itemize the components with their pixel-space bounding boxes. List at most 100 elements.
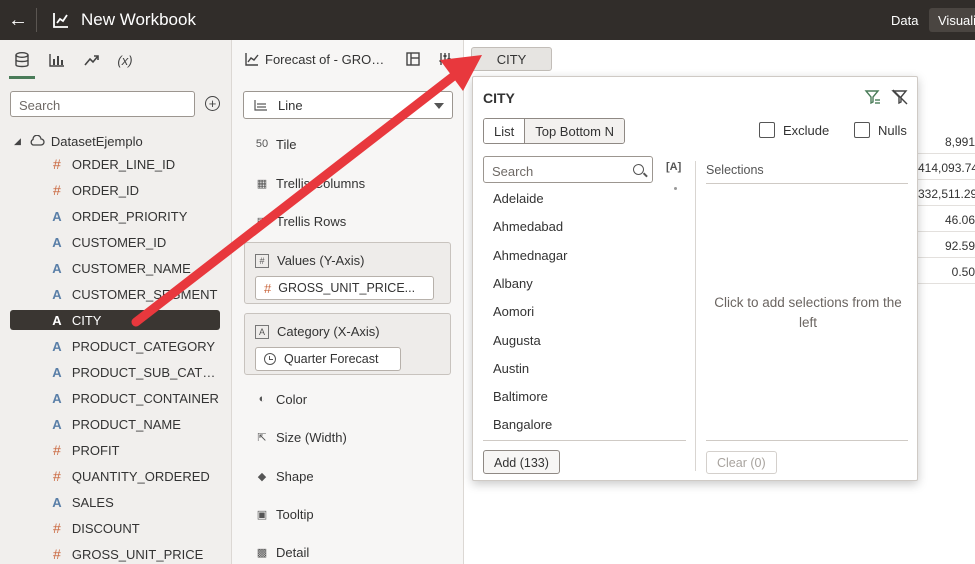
visualizations-icon[interactable]	[46, 50, 68, 70]
field-item[interactable]: # DISCOUNT	[10, 518, 220, 538]
attribute-icon: A	[52, 312, 62, 328]
size-label: Size (Width)	[276, 429, 347, 445]
field-label: PRODUCT_CONTAINER	[71, 390, 219, 406]
selections-hint: Click to add selections from the left	[714, 295, 902, 330]
city-list-item[interactable]: Austin	[493, 361, 529, 379]
tab-top-bottom-n[interactable]: Top Bottom N	[525, 119, 624, 143]
measure-icon: #	[53, 182, 61, 198]
filter-settings-icon[interactable]	[864, 88, 882, 106]
field-item[interactable]: A SALES	[10, 492, 220, 512]
tile-label: Tile	[276, 136, 297, 152]
exclude-box[interactable]	[759, 122, 775, 138]
field-label: ORDER_ID	[71, 182, 140, 198]
field-label: PROFIT	[71, 442, 120, 458]
popup-title: CITY	[483, 90, 515, 106]
shape-label: Shape	[276, 468, 314, 484]
trellis-rows-zone[interactable]: ▤ Trellis Rows	[254, 211, 347, 231]
field-label: CUSTOMER_SEGMENT	[71, 286, 218, 302]
properties-sliders-icon[interactable]	[437, 51, 453, 67]
data-icon[interactable]	[9, 50, 35, 79]
field-item[interactable]: A PRODUCT_CATEGORY	[10, 336, 220, 356]
data-search-input[interactable]: Search	[10, 91, 195, 117]
city-list-item[interactable]: Aomori	[493, 304, 534, 322]
field-item[interactable]: # ORDER_LINE_ID	[10, 154, 220, 174]
analytics-icon[interactable]	[81, 50, 103, 70]
selections-divider	[706, 183, 908, 184]
field-label: CITY	[71, 312, 102, 328]
color-zone[interactable]: ◐ Color	[254, 389, 307, 409]
city-list-item[interactable]: Ahmednagar	[493, 248, 567, 266]
workbook-title: New Workbook	[81, 10, 196, 29]
add-data-icon[interactable]: +	[205, 96, 220, 111]
divider	[36, 8, 37, 32]
tile-icon: 50	[255, 138, 269, 150]
collapse-caret-icon[interactable]: ◢	[14, 136, 21, 147]
field-item[interactable]: A PRODUCT_SUB_CATEGORY	[10, 362, 220, 382]
table-cell-value: 46.06	[918, 206, 975, 232]
city-list-item[interactable]: Baltimore	[493, 389, 548, 407]
clear-selections-button[interactable]: Clear (0)	[706, 451, 777, 474]
field-label: CUSTOMER_NAME	[71, 260, 191, 276]
calculations-icon[interactable]: (x)	[114, 50, 136, 70]
field-item[interactable]: # ORDER_ID	[10, 180, 220, 200]
chart-type-value: Line	[278, 97, 303, 113]
size-zone[interactable]: ⇱ Size (Width)	[254, 427, 347, 447]
field-item[interactable]: # GROSS_UNIT_PRICE	[10, 544, 220, 564]
city-list-item[interactable]: Albany	[493, 276, 533, 294]
add-all-button[interactable]: Add (133)	[483, 450, 560, 474]
trellis-columns-zone[interactable]: ▦ Trellis Columns	[254, 173, 365, 193]
detail-zone[interactable]: ▩ Detail	[254, 542, 309, 562]
field-item[interactable]: A PRODUCT_CONTAINER	[10, 388, 220, 408]
nulls-checkbox[interactable]: Nulls	[854, 122, 907, 138]
chart-type-select[interactable]: Line	[243, 91, 453, 119]
category-x-axis-zone[interactable]: A Category (X-Axis) Quarter Forecast	[244, 313, 451, 375]
tooltip-zone[interactable]: ▣ Tooltip	[254, 504, 314, 524]
hash-icon: #	[255, 253, 269, 268]
measure-icon: #	[53, 442, 61, 458]
city-filter-popup: CITY List Top Bottom N Exclude Nulls Sea…	[472, 76, 918, 481]
clear-filter-icon[interactable]	[891, 88, 909, 106]
field-item[interactable]: A ORDER_PRIORITY	[10, 206, 220, 226]
measure-icon: #	[53, 156, 61, 172]
values-y-axis-zone[interactable]: # Values (Y-Axis) # GROSS_UNIT_PRICE...	[244, 242, 451, 304]
city-list-item[interactable]: Bangalore	[493, 417, 552, 435]
field-item[interactable]: A CITY	[10, 310, 220, 330]
exclude-checkbox[interactable]: Exclude	[759, 122, 829, 138]
tab-visualize[interactable]: Visuali	[929, 8, 975, 32]
trellis-rows-icon: ▤	[256, 215, 268, 228]
city-list-item[interactable]: Ahmedabad	[493, 219, 563, 237]
city-list-item[interactable]: Augusta	[493, 333, 541, 351]
field-label: GROSS_UNIT_PRICE	[71, 546, 204, 562]
dataset-node[interactable]: ◢ DatasetEjemplo	[14, 132, 143, 150]
workbook-icon	[53, 13, 68, 28]
field-item[interactable]: A CUSTOMER_SEGMENT	[10, 284, 220, 304]
shape-zone[interactable]: ◆ Shape	[254, 466, 314, 486]
category-pill-label: Quarter Forecast	[284, 352, 379, 366]
nulls-box[interactable]	[854, 122, 870, 138]
tab-list[interactable]: List	[484, 119, 526, 143]
dataset-name: DatasetEjemplo	[50, 133, 143, 149]
field-item[interactable]: A PRODUCT_NAME	[10, 414, 220, 434]
exclude-label: Exclude	[783, 122, 830, 138]
selections-bottom-divider	[706, 440, 908, 441]
back-arrow-icon[interactable]: ←	[0, 0, 36, 40]
layout-icon[interactable]	[405, 51, 421, 67]
tab-data[interactable]: Data	[891, 13, 918, 28]
values-pill-label: GROSS_UNIT_PRICE...	[278, 281, 416, 295]
field-item[interactable]: # QUANTITY_ORDERED	[10, 466, 220, 486]
case-toggle-icon[interactable]: [A]	[666, 161, 681, 173]
field-item[interactable]: A CUSTOMER_ID	[10, 232, 220, 252]
values-label-text: Values (Y-Axis)	[277, 253, 365, 268]
measure-icon: #	[53, 520, 61, 536]
quarter-forecast-pill[interactable]: Quarter Forecast	[255, 347, 401, 371]
gross-unit-price-pill[interactable]: # GROSS_UNIT_PRICE...	[255, 276, 434, 300]
city-list-item[interactable]: Adelaide	[493, 191, 544, 209]
clock-icon	[264, 353, 276, 365]
shapes-icon: ◆	[257, 470, 267, 483]
city-search-input[interactable]: Search	[483, 156, 653, 183]
field-item[interactable]: A CUSTOMER_NAME	[10, 258, 220, 278]
field-label: SALES	[71, 494, 114, 510]
tile-zone[interactable]: 50 Tile	[254, 134, 297, 154]
city-filter-chip[interactable]: CITY	[471, 47, 552, 71]
field-item[interactable]: # PROFIT	[10, 440, 220, 460]
